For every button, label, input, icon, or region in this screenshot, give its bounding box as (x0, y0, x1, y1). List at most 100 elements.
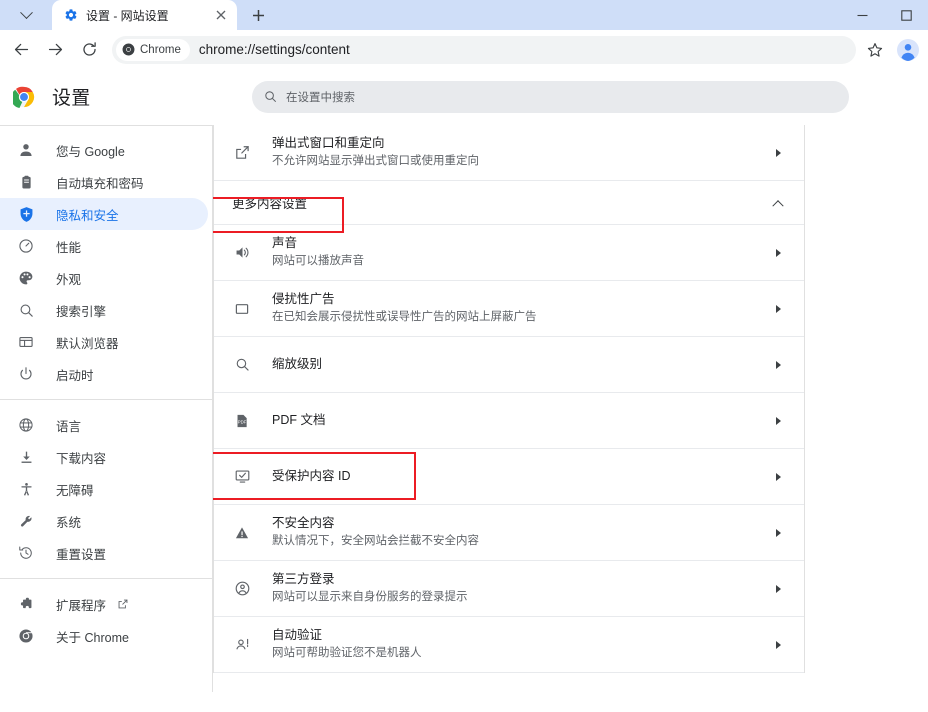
star-icon[interactable] (860, 35, 890, 65)
auto-verify-icon (232, 635, 252, 655)
minimize-button[interactable] (840, 0, 884, 30)
sidebar-item-reset-settings[interactable]: 重置设置 (0, 537, 208, 569)
sidebar-item-label: 无障碍 (56, 483, 94, 498)
chrome-circle-icon (16, 626, 36, 646)
sidebar-item-label: 重置设置 (56, 547, 107, 562)
sidebar-item-label: 性能 (56, 240, 82, 255)
sidebar-item-default-browser[interactable]: 默认浏览器 (0, 326, 208, 358)
chevron-right-icon[interactable] (768, 584, 788, 593)
setting-title: PDF 文档 (272, 413, 326, 427)
setting-subtitle: 网站可以播放声音 (272, 255, 364, 267)
setting-row-protected-content-id[interactable]: 受保护内容 ID (214, 449, 804, 505)
sidebar-item-privacy-security[interactable]: 隐私和安全 (0, 198, 208, 230)
search-icon (264, 90, 277, 103)
sidebar-item-system[interactable]: 系统 (0, 505, 208, 537)
setting-subtitle: 网站可帮助验证您不是机器人 (272, 647, 422, 659)
sidebar-item-performance[interactable]: 性能 (0, 230, 208, 262)
setting-row-sound[interactable]: 声音 网站可以播放声音 (214, 225, 804, 281)
chrome-origin-chip: Chrome (116, 38, 190, 61)
sidebar-item-label: 您与 Google (56, 144, 125, 159)
setting-row-third-party-sign-in[interactable]: 第三方登录 网站可以显示来自身份服务的登录提示 (214, 561, 804, 617)
setting-title: 受保护内容 ID (272, 469, 351, 483)
content-settings-card: 弹出式窗口和重定向 不允许网站显示弹出式窗口或使用重定向 更多内容设置 声音 网… (213, 125, 805, 673)
setting-title: 弹出式窗口和重定向 (272, 136, 385, 150)
download-icon (16, 447, 36, 467)
sidebar-item-autofill-passwords[interactable]: 自动填充和密码 (0, 166, 208, 198)
setting-row-pdf-documents[interactable]: PDF PDF 文档 (214, 393, 804, 449)
setting-subtitle: 网站可以显示来自身份服务的登录提示 (272, 591, 468, 603)
sidebar-item-search-engine[interactable]: 搜索引擎 (0, 294, 208, 326)
tab-search-button[interactable] (0, 0, 52, 30)
power-icon (16, 364, 36, 384)
sidebar-item-label: 隐私和安全 (56, 208, 119, 223)
chevron-right-icon[interactable] (768, 640, 788, 649)
section-more-content-settings[interactable]: 更多内容设置 (214, 181, 804, 225)
svg-text:PDF: PDF (238, 419, 247, 424)
browser-tab[interactable]: 设置 - 网站设置 (52, 0, 237, 30)
chrome-chip-label: Chrome (140, 43, 181, 56)
sidebar-item-languages[interactable]: 语言 (0, 409, 208, 441)
window-controls (840, 0, 928, 30)
maximize-button[interactable] (884, 0, 928, 30)
sidebar-item-about-chrome[interactable]: 关于 Chrome (0, 620, 208, 652)
browser-toolbar: Chrome chrome://settings/content (0, 30, 928, 69)
search-placeholder: 在设置中搜索 (286, 91, 355, 104)
close-icon[interactable] (213, 7, 229, 23)
chevron-right-icon[interactable] (768, 304, 788, 313)
chevron-right-icon[interactable] (768, 528, 788, 537)
avatar-icon[interactable] (894, 36, 922, 64)
setting-row-popups-redirects[interactable]: 弹出式窗口和重定向 不允许网站显示弹出式窗口或使用重定向 (214, 125, 804, 181)
sidebar-item-appearance[interactable]: 外观 (0, 262, 208, 294)
address-bar[interactable]: Chrome chrome://settings/content (112, 35, 856, 64)
chevron-up-icon[interactable] (768, 199, 788, 211)
setting-row-zoom-levels[interactable]: 缩放级别 (214, 337, 804, 393)
sidebar-item-label: 扩展程序 (56, 598, 107, 613)
setting-row-insecure-content[interactable]: 不安全内容 默认情况下，安全网站会拦截不安全内容 (214, 505, 804, 561)
url-text: chrome://settings/content (198, 42, 350, 57)
forward-arrow-icon[interactable] (40, 35, 70, 65)
chevron-right-icon[interactable] (768, 360, 788, 369)
browser-window-icon (16, 332, 36, 352)
setting-row-automatic-verification[interactable]: 自动验证 网站可帮助验证您不是机器人 (214, 617, 804, 673)
sidebar-item-you-and-google[interactable]: 您与 Google (0, 134, 208, 166)
sidebar-item-accessibility[interactable]: 无障碍 (0, 473, 208, 505)
setting-subtitle: 默认情况下，安全网站会拦截不安全内容 (272, 535, 479, 547)
chrome-logo-icon (122, 43, 135, 56)
sidebar-item-label: 自动填充和密码 (56, 176, 144, 191)
sidebar-item-extensions[interactable]: 扩展程序 (0, 588, 208, 620)
settings-sidebar: 您与 Google 自动填充和密码 隐私和安全 性能 外观 搜索引擎 默认浏览器… (0, 125, 212, 692)
sidebar-item-label: 系统 (56, 515, 82, 530)
new-tab-button[interactable] (244, 1, 272, 29)
sidebar-item-on-startup[interactable]: 启动时 (0, 358, 208, 390)
back-arrow-icon[interactable] (6, 35, 36, 65)
page-title: 设置 (52, 88, 91, 109)
globe-icon (16, 415, 36, 435)
settings-header: 设置 在设置中搜索 (0, 69, 928, 125)
speedometer-icon (16, 236, 36, 256)
puzzle-icon (16, 594, 36, 614)
sound-icon (232, 243, 252, 263)
setting-title: 自动验证 (272, 628, 323, 642)
settings-main: 弹出式窗口和重定向 不允许网站显示弹出式窗口或使用重定向 更多内容设置 声音 网… (212, 125, 928, 692)
toolbar-right-actions (860, 35, 922, 65)
setting-row-intrusive-ads[interactable]: 侵扰性广告 在已知会展示侵扰性或误导性广告的网站上屏蔽广告 (214, 281, 804, 337)
open-in-new-icon[interactable] (117, 598, 129, 610)
chevron-right-icon[interactable] (768, 472, 788, 481)
search-input[interactable]: 在设置中搜索 (252, 80, 849, 113)
restore-icon (16, 543, 36, 563)
chevron-right-icon[interactable] (768, 148, 788, 157)
setting-title: 不安全内容 (272, 516, 335, 530)
tab-strip: 设置 - 网站设置 (0, 0, 928, 30)
sidebar-item-label: 语言 (56, 419, 82, 434)
wrench-icon (16, 511, 36, 531)
popup-redirect-icon (232, 143, 252, 163)
setting-subtitle: 在已知会展示侵扰性或误导性广告的网站上屏蔽广告 (272, 311, 537, 323)
warning-icon (232, 523, 252, 543)
chevron-down-icon (19, 5, 33, 19)
protected-content-icon (232, 467, 252, 487)
sidebar-divider (0, 578, 212, 579)
chevron-right-icon[interactable] (768, 416, 788, 425)
chevron-right-icon[interactable] (768, 248, 788, 257)
reload-icon[interactable] (74, 35, 104, 65)
sidebar-item-downloads[interactable]: 下载内容 (0, 441, 208, 473)
